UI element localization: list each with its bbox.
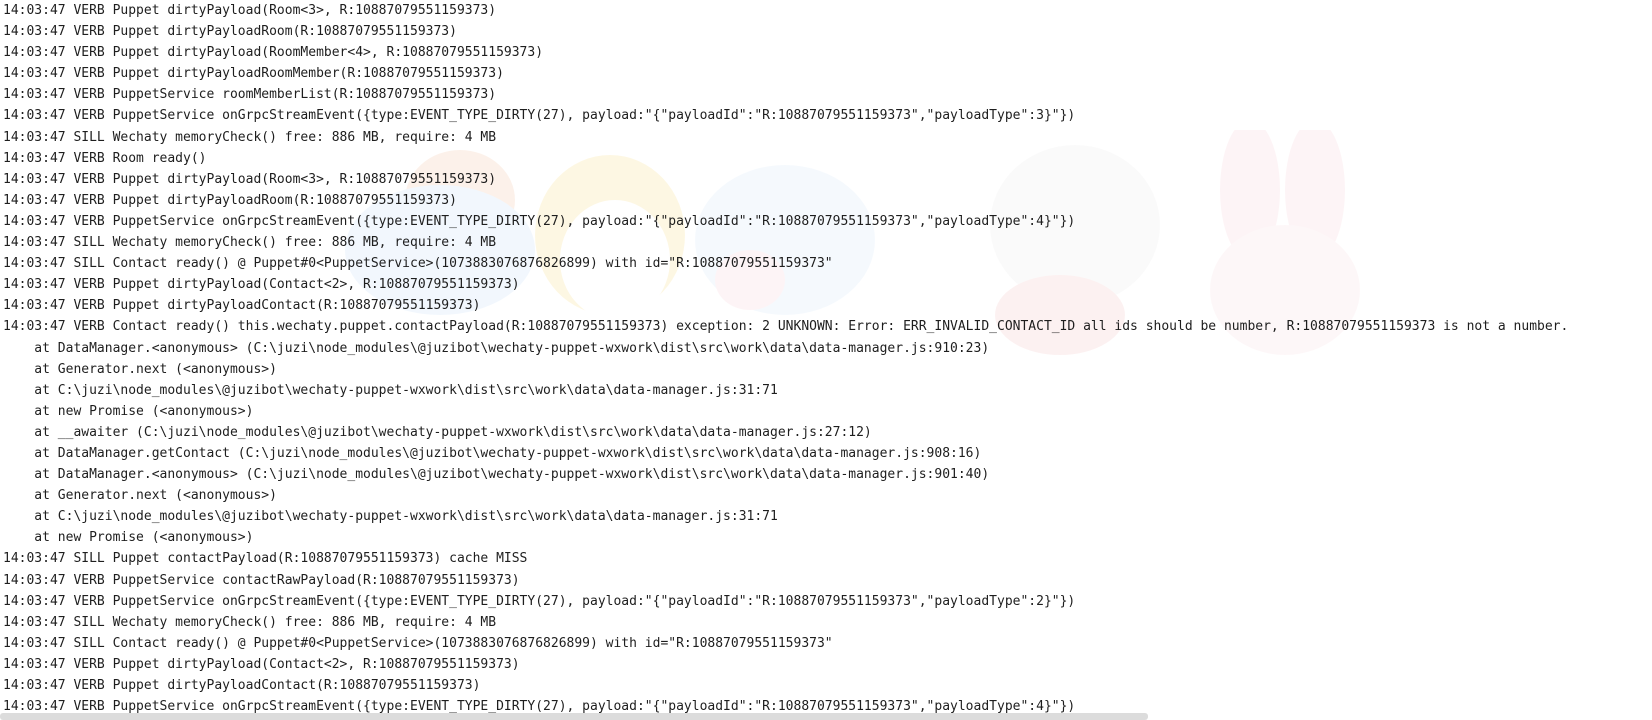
log-line: 14:03:47 VERB Puppet dirtyPayloadContact…: [3, 678, 481, 693]
log-line: 14:03:47 SILL Puppet contactPayload(R:10…: [3, 551, 528, 567]
log-line: at new Promise (<anonymous>): [3, 530, 254, 546]
log-line: at Generator.next (<anonymous>): [3, 488, 277, 504]
log-line: 14:03:47 VERB Room ready(): [3, 150, 207, 166]
log-line: 14:03:47 VERB Puppet dirtyPayload(RoomMe…: [3, 45, 544, 61]
log-line: 14:03:47 SILL Wechaty memoryCheck() free…: [3, 235, 497, 251]
log-line: 14:03:47 VERB Puppet dirtyPayloadRoomMem…: [3, 66, 504, 82]
log-line: at DataManager.getContact (C:\juzi\node_…: [3, 445, 982, 461]
log-line: 14:03:47 SILL Contact ready() @ Puppet#0…: [3, 256, 833, 272]
log-line: 14:03:47 VERB Puppet dirtyPayloadRoom(R:…: [3, 24, 457, 40]
console-output-panel[interactable]: 14:03:47 VERB Puppet dirtyPayload(Room<3…: [0, 0, 1652, 720]
log-line: at new Promise (<anonymous>): [3, 403, 254, 419]
log-line: 14:03:47 VERB PuppetService roomMemberLi…: [3, 87, 497, 103]
log-line: 14:03:47 VERB PuppetService onGrpcStream…: [3, 108, 1076, 124]
log-line: at DataManager.<anonymous> (C:\juzi\node…: [3, 467, 990, 483]
log-line: 14:03:47 VERB PuppetService contactRawPa…: [3, 572, 520, 588]
log-line: 14:03:47 VERB Puppet dirtyPayloadRoom(R:…: [3, 192, 457, 208]
log-line: 14:03:47 VERB Puppet dirtyPayload(Room<3…: [3, 3, 497, 18]
log-line: 14:03:47 SILL Contact ready() @ Puppet#0…: [3, 635, 833, 651]
log-line: 14:03:47 VERB PuppetService onGrpcStream…: [3, 593, 1076, 609]
log-lines: 14:03:47 VERB Puppet dirtyPayload(Room<3…: [3, 0, 1568, 720]
log-line: at C:\juzi\node_modules\@juzibot\wechaty…: [3, 509, 778, 525]
log-line: 14:03:47 VERB Puppet dirtyPayload(Contac…: [3, 656, 520, 672]
log-line: at Generator.next (<anonymous>): [3, 361, 277, 377]
horizontal-scrollbar[interactable]: [0, 713, 1148, 720]
log-line: 14:03:47 VERB PuppetService onGrpcStream…: [3, 213, 1076, 229]
log-line: 14:03:47 VERB Puppet dirtyPayload(Contac…: [3, 277, 520, 293]
log-line: at __awaiter (C:\juzi\node_modules\@juzi…: [3, 424, 872, 440]
log-line: 14:03:47 VERB Puppet dirtyPayload(Room<3…: [3, 171, 497, 187]
log-line: at C:\juzi\node_modules\@juzibot\wechaty…: [3, 382, 778, 398]
log-line: 14:03:47 VERB Contact ready() this.wecha…: [3, 319, 1569, 335]
log-line: 14:03:47 SILL Wechaty memoryCheck() free…: [3, 614, 497, 630]
log-line: 14:03:47 SILL Wechaty memoryCheck() free…: [3, 129, 497, 145]
log-line: at DataManager.<anonymous> (C:\juzi\node…: [3, 340, 990, 356]
log-line: 14:03:47 VERB Puppet dirtyPayloadContact…: [3, 298, 481, 314]
